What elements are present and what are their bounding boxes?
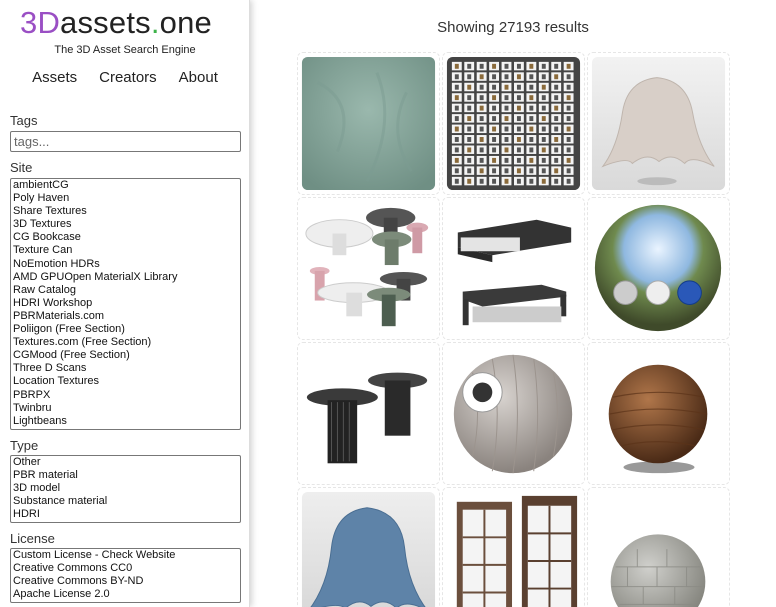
type-option[interactable]: 3D model [11, 482, 240, 495]
asset-thumbnail [301, 491, 436, 607]
site-option[interactable]: ambientCG [11, 179, 240, 192]
results-count: Showing 27193 results [437, 19, 589, 36]
type-option[interactable]: Substance material [11, 495, 240, 508]
site-option[interactable]: HDRI Workshop [11, 297, 240, 310]
main-nav: Assets Creators About [0, 69, 250, 86]
asset-thumbnail [443, 343, 584, 484]
asset-thumbnail [594, 204, 722, 332]
nav-about[interactable]: About [179, 69, 218, 86]
asset-card[interactable] [442, 52, 585, 195]
asset-thumbnail [588, 343, 729, 484]
site-logo[interactable]: 3Dassets.one [20, 4, 212, 42]
site-option[interactable]: Textures.com (Free Section) [11, 336, 240, 349]
license-option[interactable]: Custom License - Check Website [11, 549, 240, 562]
asset-thumbnail [298, 198, 439, 339]
type-option[interactable]: PBR material [11, 469, 240, 482]
logo-3d: 3D [20, 5, 61, 40]
asset-thumbnail [591, 56, 726, 191]
site-option[interactable]: CGMood (Free Section) [11, 349, 240, 362]
tags-input[interactable] [10, 131, 241, 152]
asset-card[interactable] [297, 487, 440, 607]
asset-card[interactable] [297, 52, 440, 195]
asset-card[interactable] [442, 342, 585, 485]
logo-assets: assets [60, 5, 151, 40]
type-option[interactable]: HDRI [11, 508, 240, 521]
site-option[interactable]: Lightbeans [11, 415, 240, 428]
asset-card[interactable] [587, 197, 730, 340]
site-label: Site [10, 160, 33, 175]
site-option[interactable]: Poly Haven [11, 192, 240, 205]
asset-thumbnail [443, 488, 584, 607]
license-option[interactable]: Creative Commons BY-ND [11, 575, 240, 588]
site-option[interactable]: CG Bookcase [11, 231, 240, 244]
asset-card[interactable] [587, 342, 730, 485]
nav-assets[interactable]: Assets [32, 69, 77, 86]
license-label: License [10, 531, 55, 546]
asset-card[interactable] [587, 487, 730, 607]
asset-thumbnail [446, 56, 581, 191]
site-option[interactable]: PBRPX [11, 389, 240, 402]
site-option[interactable]: Share Textures [11, 205, 240, 218]
type-option[interactable]: Other [11, 456, 240, 469]
site-option[interactable]: 3D Textures [11, 218, 240, 231]
asset-card[interactable] [297, 197, 440, 340]
site-option[interactable]: Twinbru [11, 402, 240, 415]
site-option[interactable]: Three D Scans [11, 362, 240, 375]
tags-label: Tags [10, 113, 38, 128]
license-option[interactable]: Creative Commons CC0 [11, 562, 240, 575]
site-option[interactable]: Raw Catalog [11, 284, 240, 297]
type-select[interactable]: Other PBR material 3D model Substance ma… [10, 455, 241, 523]
sidebar: 3Dassets.one The 3D Asset Search Engine … [0, 0, 250, 607]
site-option[interactable]: Poliigon (Free Section) [11, 323, 240, 336]
logo-one: one [159, 5, 212, 40]
site-option[interactable]: NoEmotion HDRs [11, 258, 240, 271]
asset-card[interactable] [297, 342, 440, 485]
site-option[interactable]: Texture Can [11, 244, 240, 257]
asset-card[interactable] [587, 52, 730, 195]
site-option[interactable]: AMD GPUOpen MaterialX Library [11, 271, 240, 284]
asset-card[interactable] [442, 197, 585, 340]
asset-card[interactable] [442, 487, 585, 607]
license-option[interactable]: Apache License 2.0 [11, 588, 240, 601]
site-option[interactable]: Location Textures [11, 375, 240, 388]
tagline: The 3D Asset Search Engine [54, 44, 196, 56]
site-option[interactable]: PBRMaterials.com [11, 310, 240, 323]
asset-thumbnail [443, 198, 584, 339]
asset-thumbnail [588, 488, 729, 607]
site-select[interactable]: ambientCG Poly Haven Share Textures 3D T… [10, 178, 241, 430]
logo-dot: . [150, 5, 160, 40]
asset-thumbnail [298, 343, 439, 484]
asset-thumbnail [301, 56, 436, 191]
type-label: Type [10, 438, 39, 453]
license-select[interactable]: Custom License - Check Website Creative … [10, 548, 241, 603]
nav-creators[interactable]: Creators [99, 69, 157, 86]
